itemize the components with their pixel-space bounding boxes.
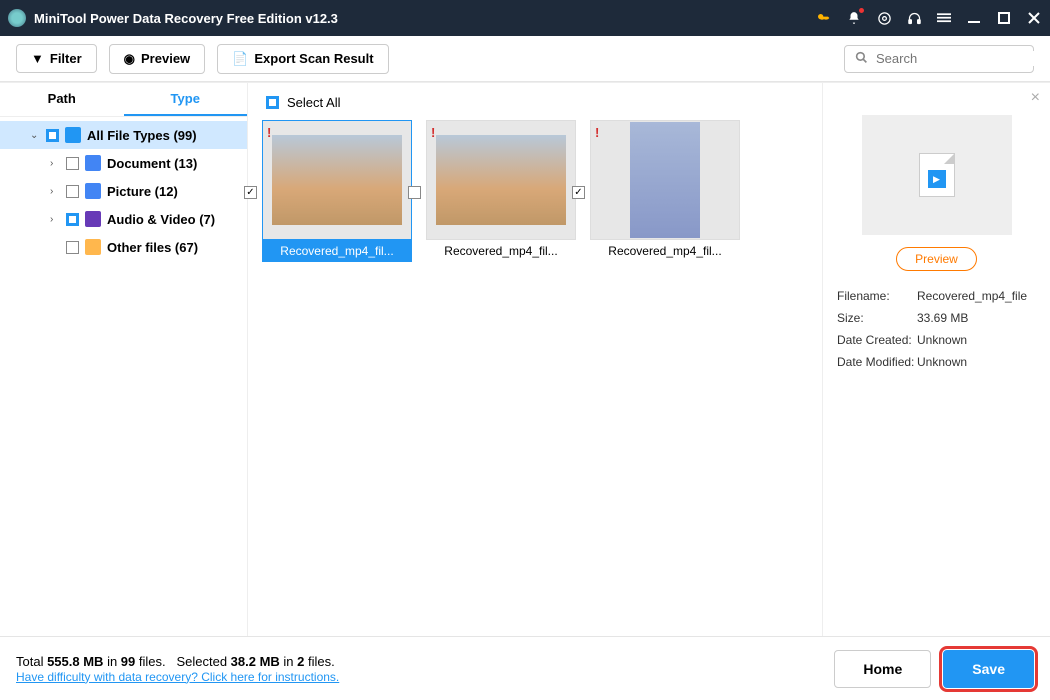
app-logo xyxy=(8,9,26,27)
warning-icon: ! xyxy=(595,125,599,140)
toolbar: ▼ Filter ◉ Preview 📄 Export Scan Result xyxy=(0,36,1050,82)
warning-icon: ! xyxy=(267,125,271,140)
bell-icon[interactable] xyxy=(846,10,862,26)
app-title: MiniTool Power Data Recovery Free Editio… xyxy=(34,11,816,26)
file-card[interactable]: ! Recovered_mp4_fil... xyxy=(426,120,576,262)
tree-label: Picture (12) xyxy=(107,184,178,199)
save-button[interactable]: Save xyxy=(943,650,1034,688)
chevron-right-icon: › xyxy=(50,186,60,197)
titlebar: MiniTool Power Data Recovery Free Editio… xyxy=(0,0,1050,36)
filter-label: Filter xyxy=(50,51,82,66)
checkbox[interactable] xyxy=(46,129,59,142)
footer: Total 555.8 MB in 99 files. Selected 38.… xyxy=(0,636,1050,700)
search-icon xyxy=(855,51,868,67)
file-checkbox[interactable] xyxy=(572,186,585,199)
select-all-checkbox[interactable] xyxy=(266,96,279,109)
maximize-icon[interactable] xyxy=(996,10,1012,26)
meta-key: Filename: xyxy=(837,289,917,303)
chevron-down-icon: ⌄ xyxy=(30,130,40,141)
document-icon xyxy=(85,155,101,171)
meta-value: Unknown xyxy=(917,355,1036,369)
file-checkbox[interactable] xyxy=(408,186,421,199)
tree-label: Document (13) xyxy=(107,156,197,171)
folder-icon xyxy=(85,239,101,255)
search-input[interactable] xyxy=(876,51,1050,66)
minimize-icon[interactable] xyxy=(966,10,982,26)
key-icon[interactable] xyxy=(816,10,832,26)
close-panel-icon[interactable]: × xyxy=(1031,89,1040,107)
tree-audio-video[interactable]: › Audio & Video (7) xyxy=(0,205,247,233)
warning-icon: ! xyxy=(431,125,435,140)
tab-type[interactable]: Type xyxy=(124,83,248,116)
tab-path[interactable]: Path xyxy=(0,83,124,116)
file-card[interactable]: ! Recovered_mp4_fil... xyxy=(262,120,412,262)
file-name: Recovered_mp4_fil... xyxy=(262,240,412,262)
sidebar: Path Type ⌄ All File Types (99) › Docume… xyxy=(0,83,248,636)
file-checkbox[interactable] xyxy=(244,186,257,199)
tree-picture[interactable]: › Picture (12) xyxy=(0,177,247,205)
file-type-tree: ⌄ All File Types (99) › Document (13) › … xyxy=(0,117,247,265)
export-button[interactable]: 📄 Export Scan Result xyxy=(217,44,388,74)
tree-all-file-types[interactable]: ⌄ All File Types (99) xyxy=(0,121,247,149)
close-icon[interactable] xyxy=(1026,10,1042,26)
tree-label: Audio & Video (7) xyxy=(107,212,215,227)
footer-stats: Total 555.8 MB in 99 files. Selected 38.… xyxy=(16,654,834,684)
monitor-icon xyxy=(65,127,81,143)
help-link[interactable]: Have difficulty with data recovery? Clic… xyxy=(16,670,339,684)
picture-icon xyxy=(85,183,101,199)
meta-key: Date Modified: xyxy=(837,355,917,369)
preview-file-button[interactable]: Preview xyxy=(896,247,977,271)
video-file-icon: ▶ xyxy=(919,153,955,197)
thumbnail[interactable]: ! xyxy=(590,120,740,240)
thumb-image xyxy=(630,122,700,238)
checkbox[interactable] xyxy=(66,185,79,198)
details-panel: × ▶ Preview Filename: Recovered_mp4_file… xyxy=(822,83,1050,636)
preview-label: Preview xyxy=(141,51,190,66)
filter-button[interactable]: ▼ Filter xyxy=(16,44,97,73)
tree-document[interactable]: › Document (13) xyxy=(0,149,247,177)
meta-key: Size: xyxy=(837,311,917,325)
thumb-image xyxy=(436,135,566,225)
thumb-image xyxy=(272,135,402,225)
funnel-icon: ▼ xyxy=(31,51,44,66)
file-name: Recovered_mp4_fil... xyxy=(590,240,740,262)
select-all-row[interactable]: Select All xyxy=(262,93,808,120)
audio-video-icon xyxy=(85,211,101,227)
file-card[interactable]: ! Recovered_mp4_fil... xyxy=(590,120,740,262)
headphones-icon[interactable] xyxy=(906,10,922,26)
eye-icon: ◉ xyxy=(124,51,135,67)
meta-value: 33.69 MB xyxy=(917,311,1036,325)
checkbox[interactable] xyxy=(66,157,79,170)
thumbnail[interactable]: ! xyxy=(262,120,412,240)
preview-thumbnail: ▶ xyxy=(862,115,1012,235)
meta-value: Recovered_mp4_file xyxy=(917,289,1036,303)
thumbnail[interactable]: ! xyxy=(426,120,576,240)
select-all-label: Select All xyxy=(287,95,340,110)
menu-icon[interactable] xyxy=(936,10,952,26)
export-icon: 📄 xyxy=(232,51,248,67)
file-metadata: Filename: Recovered_mp4_file Size: 33.69… xyxy=(837,289,1036,369)
checkbox[interactable] xyxy=(66,241,79,254)
home-button[interactable]: Home xyxy=(834,650,931,688)
chevron-right-icon: › xyxy=(50,214,60,225)
tree-label: All File Types (99) xyxy=(87,128,197,143)
meta-value: Unknown xyxy=(917,333,1036,347)
search-box[interactable] xyxy=(844,45,1034,73)
disc-icon[interactable] xyxy=(876,10,892,26)
checkbox[interactable] xyxy=(66,213,79,226)
preview-button[interactable]: ◉ Preview xyxy=(109,44,206,74)
tree-label: Other files (67) xyxy=(107,240,198,255)
meta-key: Date Created: xyxy=(837,333,917,347)
content-area: Select All ! Recovered_mp4_fil... ! Reco… xyxy=(248,83,822,636)
file-name: Recovered_mp4_fil... xyxy=(426,240,576,262)
tree-other-files[interactable]: Other files (67) xyxy=(0,233,247,261)
export-label: Export Scan Result xyxy=(254,51,373,66)
chevron-right-icon: › xyxy=(50,158,60,169)
